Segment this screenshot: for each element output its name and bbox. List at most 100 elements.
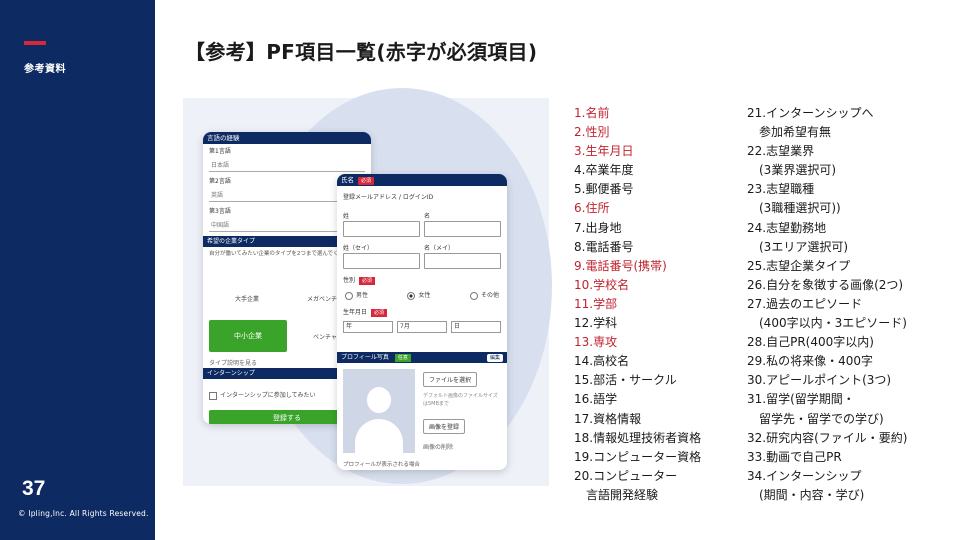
- list-item: 26.自分を象徴する画像(2つ): [747, 277, 904, 292]
- mock-day: 日: [451, 320, 501, 333]
- list-item: 20.コンピューター: [574, 468, 678, 483]
- mock-dob-label: 生年月日: [343, 308, 368, 316]
- list-item: 27.過去のエピソード: [747, 296, 863, 311]
- list-item: (3業界選択可): [759, 163, 836, 178]
- required-badge: 必須: [371, 308, 388, 317]
- mock-label: 登録メールアドレス / ログインID: [343, 194, 434, 201]
- list-item: 12.学科: [574, 316, 618, 331]
- avatar-head: [367, 387, 391, 413]
- list-item: (期間・内容・学び): [759, 487, 865, 502]
- list-item: 1.名前: [574, 106, 610, 120]
- phone-mockup-profile: 氏名 必須 登録メールアドレス / ログインID 姓 名 姓（セイ） 名（メイ） …: [337, 174, 507, 470]
- mock-gender-label: 性別: [343, 277, 356, 284]
- list-item: 4.卒業年度: [574, 163, 634, 178]
- mock-field: [424, 253, 501, 269]
- list-item: 23.志望職種: [747, 182, 815, 197]
- mock-field-row: [337, 221, 507, 237]
- mock-header-label: 氏名: [341, 176, 354, 184]
- mock-delete-link: 画像の削除: [423, 444, 454, 451]
- list-item: 9.電話番号(携帯): [574, 258, 667, 273]
- avatar-placeholder-icon: [343, 369, 415, 453]
- list-item: 29.私の将来像・400字: [747, 354, 873, 369]
- mock-year: 年: [343, 320, 393, 333]
- list-item: 5.郵便番号: [574, 182, 634, 197]
- mock-option: 大手企業: [235, 296, 260, 303]
- mock-label-row: 姓 名: [337, 203, 507, 221]
- list-item: 22.志望業界: [747, 144, 815, 159]
- mock-field: [343, 221, 420, 237]
- copyright: © Ipling,Inc. All Rights Reserved.: [18, 509, 149, 518]
- list-item: 言語開発経験: [586, 487, 659, 502]
- avatar-body: [355, 419, 403, 453]
- mock-selected-option: 中小企業: [209, 320, 287, 352]
- mock-header: 言語の経験: [203, 132, 371, 144]
- list-item: 11.学部: [574, 296, 618, 311]
- mock-header: 氏名 必須: [337, 174, 507, 186]
- mock-upload-button: ファイルを選択: [423, 372, 478, 387]
- mock-label: 姓（セイ）: [343, 245, 374, 252]
- list-item: 13.専攻: [574, 335, 618, 350]
- list-item: 14.高校名: [574, 354, 630, 369]
- mock-field: [343, 253, 420, 269]
- list-item: 24.志望勤務地: [747, 220, 827, 235]
- required-badge: 必須: [359, 277, 376, 285]
- mock-profile-label: プロフィール写真: [341, 354, 389, 361]
- sidebar: 参考資料 37 © Ipling,Inc. All Rights Reserve…: [0, 0, 155, 540]
- list-item: 33.動画で自己PR: [747, 449, 842, 464]
- list-item: (400字以内・3エピソード): [759, 316, 907, 331]
- list-item: 16.語学: [574, 392, 618, 407]
- list-item: 10.学校名: [574, 277, 630, 292]
- list-item: 21.インターンシップへ: [747, 106, 874, 120]
- field-list-right: 21.インターンシップへ参加希望有無 22.志望業界 (3業界選択可) 23.志望職種…: [747, 104, 907, 505]
- mock-edit-button: 編集: [486, 353, 503, 362]
- list-item: 参加希望有無: [759, 125, 832, 140]
- list-item: 19.コンピューター資格: [574, 449, 702, 464]
- mock-field: [424, 221, 501, 237]
- list-item: 15.部活・サークル: [574, 373, 677, 388]
- list-item: 2.性別: [574, 125, 610, 140]
- mock-label: 第1言語: [209, 148, 231, 155]
- list-item: 17.資格情報: [574, 411, 642, 426]
- mock-label-row: 姓（セイ） 名（メイ）: [337, 237, 507, 253]
- list-item: 28.自己PR(400字以内): [747, 335, 874, 350]
- mock-dob-row: 年 7月 日: [337, 319, 507, 335]
- accent-bar: [24, 41, 46, 45]
- list-item: 25.志望企業タイプ: [747, 258, 851, 273]
- list-item: (3職種選択可)): [759, 201, 841, 216]
- list-item: 32.研究内容(ファイル・要約): [747, 430, 908, 445]
- mock-link: タイプ説明を見る: [209, 360, 258, 367]
- list-item: 31.留学(留学期間・: [747, 392, 855, 407]
- mock-label: 性別 必須: [337, 269, 507, 287]
- list-item: (3エリア選択可): [759, 239, 848, 254]
- list-item: 34.インターンシップ: [747, 468, 862, 483]
- optional-badge: 任意: [394, 354, 411, 362]
- mock-radio-group: 男性 女性 その他: [337, 287, 507, 303]
- mock-label: 生年月日 必須: [337, 303, 507, 319]
- list-item: 留学先・留学での学び): [759, 411, 884, 426]
- list-item: 7.出身地: [574, 220, 622, 235]
- mock-label: 名（メイ）: [424, 245, 455, 252]
- mock-field-row: [337, 253, 507, 269]
- mock-field: 日本語: [209, 159, 365, 172]
- page-title: 【参考】PF項目一覧(赤字が必須項目): [185, 40, 538, 64]
- list-item: 8.電話番号: [574, 239, 634, 254]
- mock-month: 7月: [397, 320, 447, 333]
- section-label: 参考資料: [24, 64, 66, 75]
- mock-label: 姓: [343, 213, 350, 220]
- list-item: 30.アピールポイント(3つ): [747, 373, 892, 388]
- field-list-left: 1.名前 2.性別 3.生年月日 4.卒業年度 5.郵便番号 6.住所 7.出身地 8.電話番…: [574, 104, 701, 505]
- mock-label: 名: [424, 213, 431, 220]
- page-number: 37: [22, 477, 46, 500]
- required-badge: 必須: [358, 177, 375, 185]
- mock-subheader: プロフィール写真 任意 編集: [337, 352, 507, 363]
- list-item: 18.情報処理技術者資格: [574, 430, 702, 445]
- mock-checkbox: インターンシップに参加してみたい: [209, 390, 316, 400]
- list-item: 3.生年月日: [574, 144, 634, 159]
- mock-register-button: 画像を登録: [423, 419, 466, 434]
- mock-radio-selected: 女性: [407, 290, 430, 300]
- mock-note: デフォルト画像のファイルサイズは5MBまで: [423, 393, 498, 407]
- mock-footer-note: プロフィールが表示される場合: [343, 462, 420, 468]
- mock-radio: その他: [470, 290, 499, 300]
- list-item: 6.住所: [574, 201, 610, 216]
- mock-radio: 男性: [345, 290, 368, 300]
